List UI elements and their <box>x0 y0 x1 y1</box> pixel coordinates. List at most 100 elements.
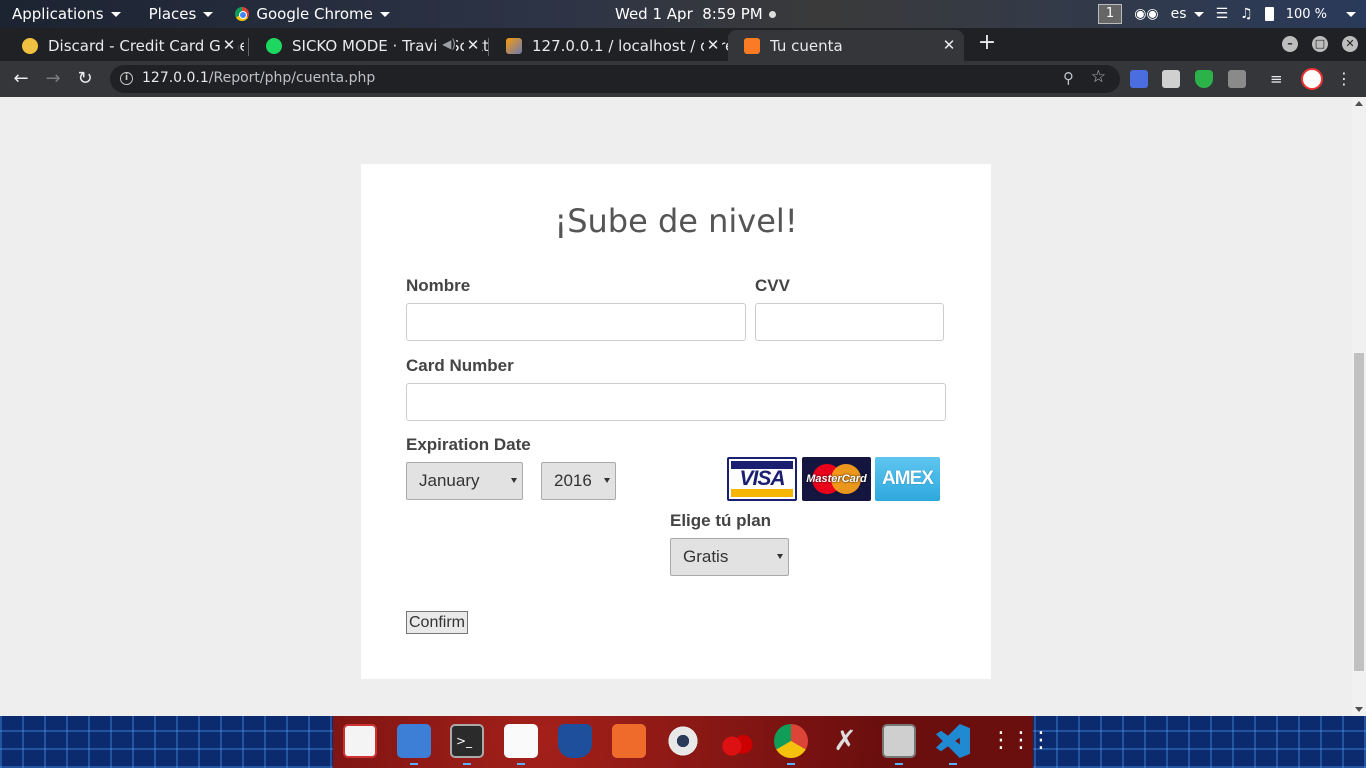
system-tray: 1 ◉◉ es ☰ ♫ 100 % <box>1097 0 1366 28</box>
settings-tools-icon[interactable]: ✗ <box>828 724 862 758</box>
url-host: 127.0.0.1 <box>142 70 209 86</box>
proxy-extension-icon[interactable] <box>1228 70 1246 88</box>
name-field[interactable] <box>406 303 746 341</box>
tab-tu-cuenta[interactable]: Tu cuenta ✕ <box>728 30 964 61</box>
discord-icon <box>22 37 38 54</box>
plan-value: Gratis <box>683 547 729 566</box>
plan-label: Elige tú plan <box>670 511 772 530</box>
plan-select[interactable]: Gratis <box>670 538 789 576</box>
payment-form-card: ¡Sube de nivel! Nombre CVV Card Number E… <box>361 164 991 679</box>
dropdown-arrow-icon <box>511 478 517 483</box>
tab-separator <box>488 38 489 56</box>
expiration-year-select[interactable]: 2016 <box>541 462 616 500</box>
people-icon[interactable]: ◉◉ <box>1134 6 1158 22</box>
running-indicator <box>463 763 471 765</box>
files-icon[interactable] <box>397 724 431 758</box>
media-control-icon[interactable]: ≡ <box>1270 70 1288 88</box>
maximize-button[interactable]: □ <box>1312 36 1328 52</box>
scroll-up-icon[interactable] <box>1355 101 1363 106</box>
bookmark-star-icon[interactable]: ☆ <box>1091 67 1106 87</box>
clock-label: Wed 1 Apr 8:59 PM <box>615 5 763 23</box>
url-text[interactable]: 127.0.0.1/Report/php/cuenta.php <box>142 70 375 86</box>
amex-card-logo: AMEX <box>875 457 940 501</box>
mastercard-logo: MasterCard <box>802 457 871 501</box>
name-label: Nombre <box>406 276 471 295</box>
close-icon[interactable]: ✕ <box>464 36 482 54</box>
avatar[interactable] <box>1301 68 1323 90</box>
close-window-button[interactable]: ✕ <box>1342 36 1358 52</box>
applications-menu[interactable]: Applications <box>0 0 133 28</box>
clock[interactable]: Wed 1 Apr 8:59 PM <box>615 0 776 28</box>
expiration-date-label: Expiration Date <box>406 435 531 454</box>
workspace-indicator[interactable]: 1 <box>1097 4 1123 24</box>
tab-title: SICKO MODE · Travis Scott <box>292 36 488 55</box>
running-indicator <box>949 763 957 765</box>
app-name-label: Google Chrome <box>256 5 373 23</box>
language-indicator[interactable]: es <box>1171 6 1204 22</box>
tab-title: 127.0.0.1 / localhost / dbreport <box>532 36 728 55</box>
reload-button[interactable]: ↻ <box>74 68 96 90</box>
burpsuite-icon[interactable] <box>612 724 646 758</box>
chevron-down-icon <box>379 11 390 17</box>
eye-app-icon[interactable] <box>666 724 700 758</box>
expiration-month-select[interactable]: January <box>406 462 523 500</box>
text-editor-icon[interactable] <box>504 724 538 758</box>
zoom-icon[interactable]: ⚲ <box>1063 69 1074 87</box>
dropdown-arrow-icon <box>777 554 783 559</box>
translate-extension-icon[interactable] <box>1130 70 1148 88</box>
speaker-icon[interactable]: ◀) <box>438 37 456 51</box>
back-button[interactable]: ← <box>10 68 32 90</box>
info-icon[interactable]: i <box>120 72 133 85</box>
gedit-icon[interactable] <box>343 724 377 758</box>
close-icon[interactable]: ✕ <box>220 36 238 54</box>
shield-extension-icon[interactable] <box>1195 70 1213 88</box>
chevron-down-icon <box>1193 11 1204 17</box>
terminal-icon[interactable]: >_ <box>450 724 484 758</box>
places-menu[interactable]: Places <box>133 0 226 28</box>
card-number-field[interactable] <box>406 383 946 421</box>
year-value: 2016 <box>554 471 592 490</box>
cvv-field[interactable] <box>755 303 944 341</box>
tab-phpmyadmin[interactable]: 127.0.0.1 / localhost / dbreport ✕ <box>490 30 728 61</box>
show-apps-grid-icon[interactable]: ⋮⋮⋮ <box>990 724 1052 758</box>
dock: >_ ✗ ⋮⋮⋮ <box>333 716 1052 768</box>
print-extension-icon[interactable] <box>1162 70 1180 88</box>
mastercard-logo-text: MasterCard <box>806 473 867 485</box>
chrome-icon[interactable] <box>774 724 808 758</box>
cherrytree-icon[interactable] <box>720 724 754 758</box>
tab-strip: Discard - Credit Card Generator ✕ SICKO … <box>0 28 1366 61</box>
month-value: January <box>419 471 480 490</box>
visa-logo-text: VISA <box>739 467 785 490</box>
tab-spotify[interactable]: SICKO MODE · Travis Scott ◀) ✕ <box>250 30 488 61</box>
system-top-bar: Applications Places Google Chrome Wed 1 … <box>0 0 1366 28</box>
volume-icon[interactable]: ♫ <box>1240 6 1253 22</box>
address-bar[interactable]: i 127.0.0.1/Report/php/cuenta.php ⚲ ☆ <box>110 65 1120 93</box>
confirm-button[interactable]: Confirm <box>406 611 469 634</box>
new-tab-button[interactable]: + <box>976 32 998 54</box>
tab-discard[interactable]: Discard - Credit Card Generator ✕ <box>6 30 244 61</box>
visa-card-logo: VISA <box>727 457 797 501</box>
notification-dot-icon <box>768 10 776 18</box>
cvv-label: CVV <box>755 276 790 295</box>
battery-icon[interactable] <box>1264 7 1274 21</box>
kebab-menu-icon[interactable]: ⋮ <box>1336 70 1352 88</box>
chevron-down-icon[interactable] <box>1346 11 1356 17</box>
screenshot-icon[interactable] <box>882 724 916 758</box>
page-title: ¡Sube de nivel! <box>554 202 798 240</box>
scrollbar-thumb[interactable] <box>1354 353 1364 671</box>
running-indicator <box>787 763 795 765</box>
app-menu[interactable]: Google Chrome <box>225 0 402 28</box>
metasploit-icon[interactable] <box>558 724 592 758</box>
vertical-scrollbar[interactable] <box>1352 97 1366 716</box>
wifi-icon[interactable]: ☰ <box>1216 6 1229 22</box>
dropdown-arrow-icon <box>604 478 610 483</box>
card-number-label: Card Number <box>406 356 514 375</box>
close-icon[interactable]: ✕ <box>704 36 722 54</box>
forward-button[interactable]: → <box>42 68 64 90</box>
close-icon[interactable]: ✕ <box>940 36 958 54</box>
language-label: es <box>1170 6 1187 22</box>
vscode-icon[interactable] <box>936 724 970 758</box>
scroll-down-icon[interactable] <box>1355 707 1363 712</box>
battery-label: 100 % <box>1285 6 1327 22</box>
minimize-button[interactable]: – <box>1282 36 1298 52</box>
